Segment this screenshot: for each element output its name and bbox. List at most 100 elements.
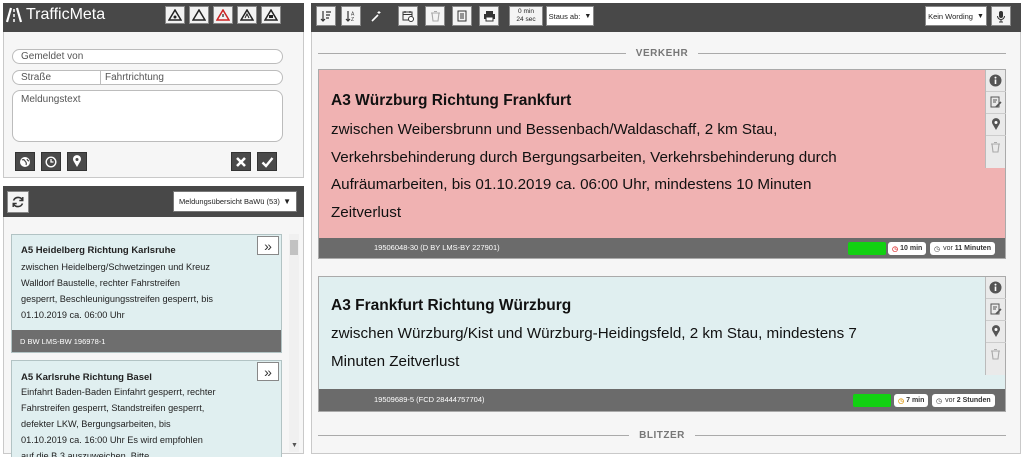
delete-toolbar-button[interactable] <box>425 6 445 26</box>
timer: 0 min 24 sec <box>509 6 543 26</box>
staus-select[interactable]: Staus ab: ▼ <box>546 6 594 26</box>
globe-button[interactable] <box>15 152 35 171</box>
direction-input[interactable]: Fahrtrichtung <box>101 72 164 83</box>
status-indicator <box>848 242 886 255</box>
duration-badge: ◷ 7 min <box>894 394 929 407</box>
scrollbar-thumb[interactable] <box>290 240 298 255</box>
document-button[interactable] <box>452 6 472 26</box>
microphone-icon <box>997 10 1005 22</box>
overview-select[interactable]: Meldungsübersicht BaWü (53) ▼ <box>173 191 297 212</box>
card-footer: 19509689-5 (FCD 28444757704) ◷ 7 min ◷ vor… <box>319 389 1005 411</box>
status-indicator <box>853 394 891 407</box>
warning-sign-4[interactable] <box>237 6 257 24</box>
edit-icon <box>990 96 1002 108</box>
svg-text:Z: Z <box>351 17 354 22</box>
traffic-card[interactable]: A3 Würzburg Richtung Frankfurt zwischen … <box>318 69 1006 259</box>
expand-button[interactable]: » <box>257 236 279 255</box>
edit-button[interactable] <box>985 92 1006 114</box>
section-verkehr: VERKEHR <box>318 46 1006 60</box>
chevron-down-icon: ▼ <box>584 12 592 20</box>
sort-button[interactable] <box>316 6 336 26</box>
info-icon <box>989 74 1002 87</box>
warning-sign-1[interactable] <box>165 6 185 24</box>
calendar-button[interactable] <box>398 6 418 26</box>
info-button[interactable] <box>985 70 1006 92</box>
microphone-button[interactable] <box>991 6 1011 26</box>
clock-icon: ◷ <box>934 245 941 253</box>
sort-alpha-icon: AZ <box>345 11 355 22</box>
warning-sign-5[interactable] <box>261 6 281 24</box>
calendar-icon <box>402 11 414 22</box>
card-footer: 19506048-30 (D BY LMS-BY 227901) ◷ 10 min… <box>319 238 1005 258</box>
scroll-down-icon[interactable]: ▼ <box>291 442 298 449</box>
delete-button[interactable] <box>986 136 1006 158</box>
clock-icon: ◷ <box>892 245 899 253</box>
check-icon <box>261 156 273 168</box>
warning-triangle-icon <box>240 9 254 21</box>
sort-alpha-button[interactable]: AZ <box>341 6 361 26</box>
road-logo-icon <box>6 7 22 23</box>
print-button[interactable] <box>479 6 499 26</box>
card-id: 19506048-30 (D BY LMS-BY 227901) <box>374 243 500 252</box>
print-icon <box>483 11 495 22</box>
card-body: zwischen Weibersbrunn und Bessenbach/Wal… <box>331 121 837 221</box>
edit-icon <box>990 303 1002 315</box>
chevron-down-icon: ▼ <box>976 12 984 20</box>
pin-icon <box>991 118 1000 130</box>
location-button[interactable] <box>985 114 1006 136</box>
card-title: A3 Würzburg Richtung Frankfurt <box>331 92 572 109</box>
duration-badge: ◷ 10 min <box>888 242 927 255</box>
card-title: A3 Frankfurt Richtung Würzburg <box>331 297 572 314</box>
chevron-right-double-icon: » <box>264 237 272 254</box>
card-actions <box>985 277 1006 375</box>
edit-button[interactable] <box>985 299 1006 321</box>
globe-icon <box>20 156 30 167</box>
card-body: zwischen Würzburg/Kist und Würzburg-Heid… <box>331 325 857 370</box>
section-blitzer: BLITZER <box>318 428 1006 442</box>
street-input[interactable]: Straße <box>13 71 101 84</box>
traffic-card[interactable]: A3 Frankfurt Richtung Würzburg zwischen … <box>318 276 1006 412</box>
list-item-footer: D BW LMS-BW 196978-1 <box>12 330 281 352</box>
close-icon <box>236 156 246 167</box>
warning-triangle-icon <box>264 9 278 21</box>
warning-sign-3[interactable] <box>213 6 233 24</box>
wording-select[interactable]: Kein Wording ▼ <box>925 6 987 26</box>
app-title: TrafficMeta <box>26 6 106 23</box>
list-item[interactable]: A5 Karlsruhe Richtung Basel Einfahrt Bad… <box>11 360 282 457</box>
scrollbar[interactable] <box>289 234 299 452</box>
warning-sign-2[interactable] <box>189 6 209 24</box>
list-item[interactable]: A5 Heidelberg Richtung Karlsruhe zwische… <box>11 234 282 353</box>
age-badge: ◷ vor 2 Stunden <box>932 394 995 407</box>
sort-icon <box>320 11 331 22</box>
reported-by-input[interactable]: Gemeldet von <box>12 49 283 64</box>
street-direction-input[interactable]: Straße Fahrtrichtung <box>12 70 283 85</box>
location-button[interactable] <box>67 152 87 171</box>
chevron-right-double-icon: » <box>264 363 272 380</box>
magic-wand-icon <box>371 11 381 22</box>
expand-button[interactable]: » <box>257 362 279 381</box>
clock-button[interactable] <box>41 152 61 171</box>
info-button[interactable] <box>985 277 1006 299</box>
location-button[interactable] <box>985 321 1006 343</box>
refresh-icon <box>12 196 24 208</box>
message-text-input[interactable]: Meldungstext <box>12 90 283 142</box>
warning-triangle-icon <box>168 9 182 21</box>
trash-icon <box>430 10 440 22</box>
pin-icon <box>991 325 1000 337</box>
delete-button[interactable] <box>986 343 1006 365</box>
list-item-body: Einfahrt Baden-Baden Einfahrt gesperrt, … <box>21 387 216 457</box>
card-id: 19509689-5 (FCD 28444757704) <box>374 395 485 404</box>
age-badge: ◷ vor 11 Minuten <box>930 242 995 255</box>
cancel-button[interactable] <box>231 152 251 171</box>
magic-wand-button[interactable] <box>366 6 386 26</box>
warning-triangle-icon <box>216 9 230 21</box>
trash-icon <box>991 348 1000 360</box>
refresh-button[interactable] <box>7 191 29 213</box>
clock-icon <box>45 155 57 168</box>
card-actions <box>985 70 1006 168</box>
chevron-down-icon: ▼ <box>283 197 291 206</box>
warning-triangle-icon <box>192 9 206 21</box>
confirm-button[interactable] <box>257 152 277 171</box>
pin-icon <box>73 155 81 167</box>
list-item-body: zwischen Heidelberg/Schwetzingen und Kre… <box>21 262 214 320</box>
